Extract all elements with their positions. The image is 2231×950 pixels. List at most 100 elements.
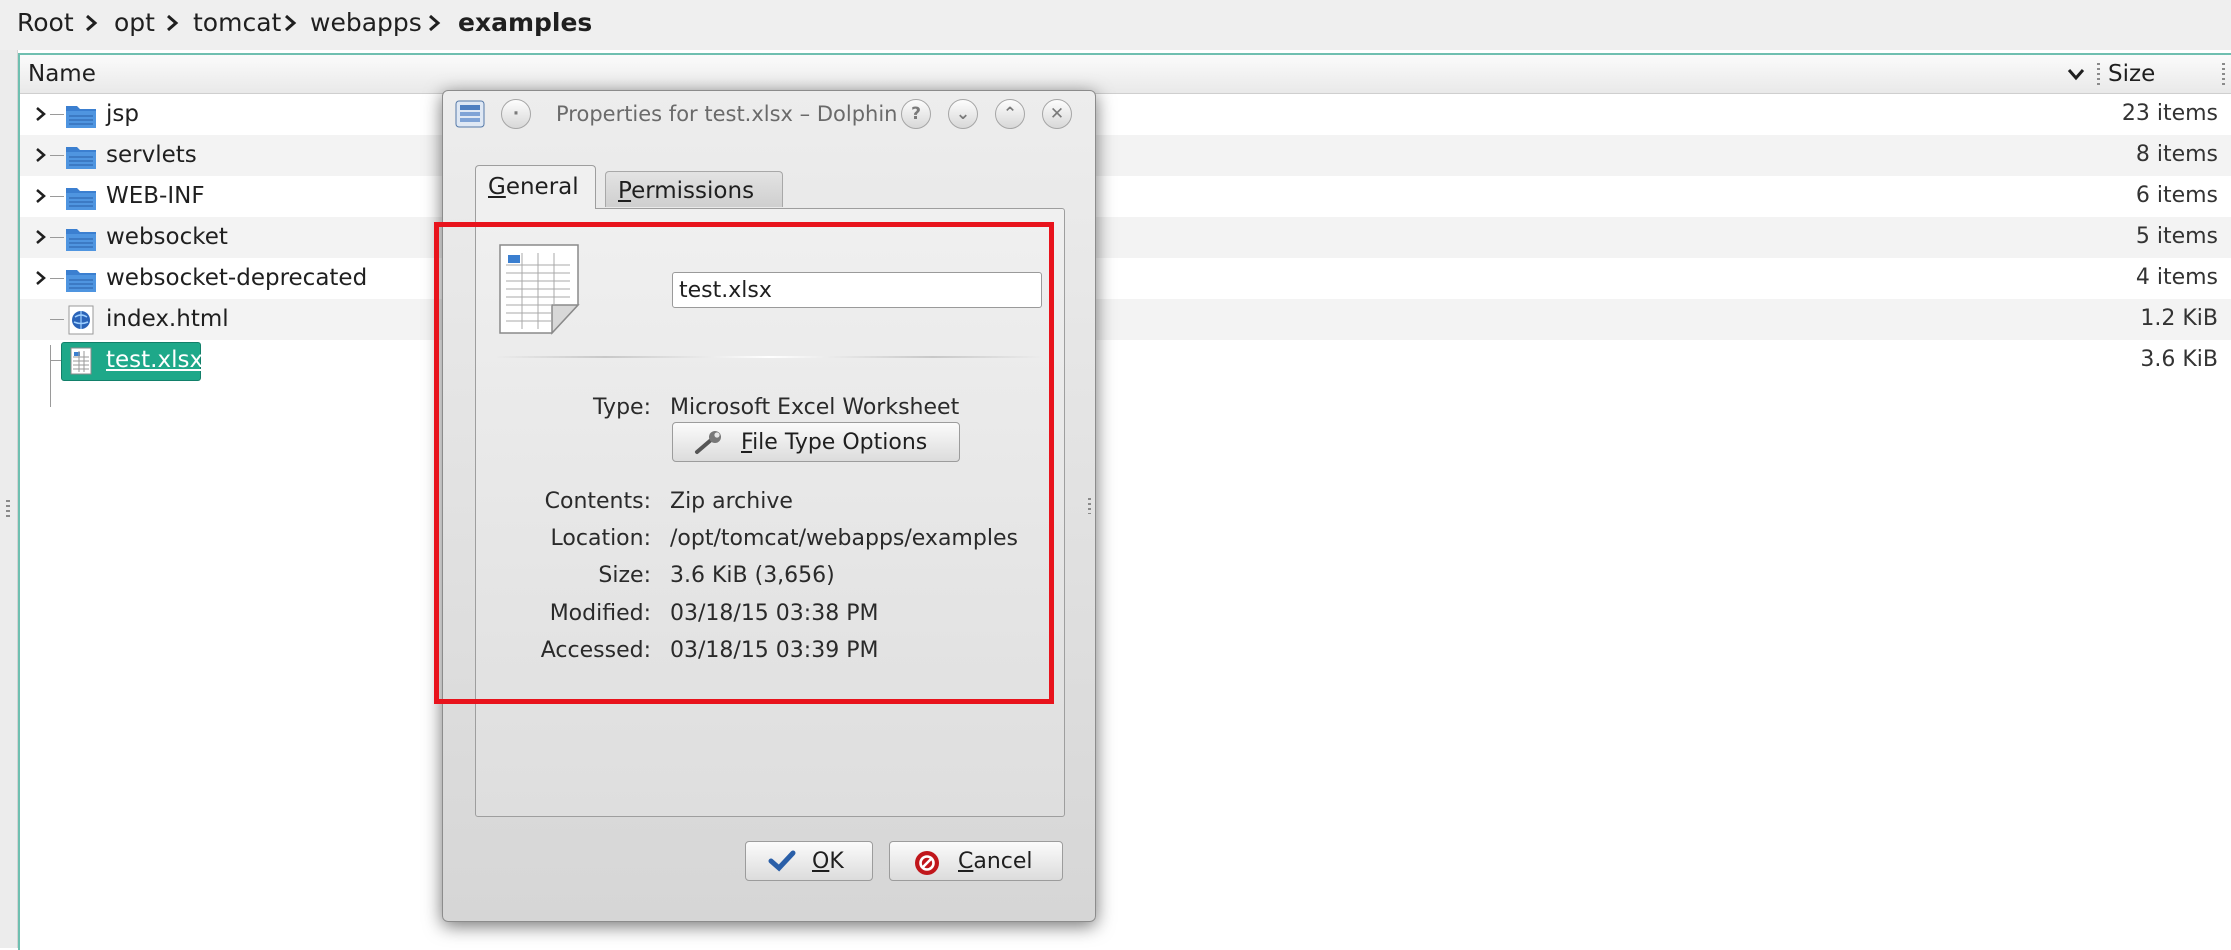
button-label: K (829, 849, 844, 874)
column-resize-handle[interactable] (2222, 63, 2225, 85)
ok-button[interactable]: OK (745, 841, 873, 881)
tab-permissions[interactable]: Permissions (605, 171, 783, 207)
chevron-right-icon[interactable] (34, 186, 48, 210)
column-header-size[interactable]: Size (2108, 61, 2155, 87)
folder-icon (65, 182, 97, 212)
file-name: websocket (106, 224, 228, 250)
checkmark-icon (768, 850, 796, 878)
list-item[interactable]: websocket 5 items (20, 217, 2231, 258)
button-mnemonic: C (958, 849, 974, 874)
spreadsheet-icon (65, 346, 97, 376)
list-item[interactable]: WEB-INF 6 items (20, 176, 2231, 217)
file-name: test.xlsx (106, 347, 204, 373)
dialog-title: Properties for test.xlsx – Dolphin (556, 102, 898, 126)
dialog-titlebar[interactable]: · Properties for test.xlsx – Dolphin ? ⌄… (443, 91, 1095, 139)
chevron-right-icon[interactable] (34, 268, 48, 292)
location-value: /opt/tomcat/webapps/examples (670, 526, 1018, 551)
file-size: 8 items (2135, 142, 2218, 167)
modified-value: 03/18/15 03:38 PM (670, 601, 879, 626)
folder-icon (65, 141, 97, 171)
tree-line (50, 196, 64, 197)
tab-mnemonic: P (618, 178, 632, 204)
minimize-button[interactable]: ⌄ (948, 99, 978, 129)
accessed-label: Accessed: (540, 638, 651, 663)
tree-line (50, 155, 64, 156)
folder-icon (65, 264, 97, 294)
tree-line (50, 114, 64, 115)
file-size: 23 items (2121, 101, 2218, 126)
tree-line (50, 237, 64, 238)
size-label: Size: (598, 563, 651, 588)
folder-icon (65, 223, 97, 253)
tree-line (50, 278, 64, 279)
location-label: Location: (550, 526, 651, 551)
dolphin-app-icon[interactable] (455, 99, 485, 129)
contents-label: Contents: (544, 489, 651, 514)
tab-label: ermissions (631, 178, 755, 204)
breadcrumb-separator-icon (281, 10, 301, 36)
sort-chevron-down-icon[interactable] (2065, 63, 2087, 89)
type-value: Microsoft Excel Worksheet (670, 395, 960, 420)
places-panel-edge (0, 50, 18, 948)
breadcrumb-tomcat[interactable]: tomcat (193, 8, 281, 37)
splitter-handle[interactable] (1088, 498, 1091, 514)
file-list-view[interactable]: Name Size jsp 23 items servlets 8 items … (18, 53, 2231, 950)
type-label: Type: (593, 395, 651, 420)
chevron-right-icon[interactable] (34, 227, 48, 251)
button-label: ile Type Options (752, 430, 928, 455)
filename-field[interactable] (672, 272, 1042, 308)
breadcrumb-separator-icon (163, 10, 183, 36)
file-name: websocket-deprecated (106, 265, 368, 291)
file-name: index.html (106, 306, 229, 332)
html-file-icon (65, 305, 97, 335)
list-item[interactable]: test.xlsx 3.6 KiB (20, 340, 2231, 381)
size-value: 3.6 KiB (3,656) (670, 563, 835, 588)
tab-label: eneral (505, 174, 579, 200)
chevron-right-icon[interactable] (34, 145, 48, 169)
tab-general[interactable]: General (475, 165, 596, 209)
close-button[interactable]: ✕ (1042, 99, 1072, 129)
list-item[interactable]: websocket-deprecated 4 items (20, 258, 2231, 299)
tree-line (50, 345, 51, 407)
chevron-right-icon[interactable] (34, 104, 48, 128)
file-size: 6 items (2135, 183, 2218, 208)
button-mnemonic: O (812, 849, 830, 874)
general-tab-panel: Type: Microsoft Excel Worksheet File Typ… (475, 208, 1065, 817)
breadcrumb-separator-icon (82, 10, 102, 36)
file-size: 1.2 KiB (2140, 306, 2218, 331)
breadcrumb-examples[interactable]: examples (458, 8, 592, 37)
tab-mnemonic: G (488, 174, 506, 200)
file-name: servlets (106, 142, 197, 168)
list-item[interactable]: index.html 1.2 KiB (20, 299, 2231, 340)
separator (496, 356, 1042, 358)
breadcrumb-root[interactable]: Root (17, 8, 74, 37)
cancel-button[interactable]: Cancel (889, 841, 1063, 881)
maximize-button[interactable]: ⌃ (995, 99, 1025, 129)
column-header-name[interactable]: Name (28, 61, 96, 87)
list-item[interactable]: servlets 8 items (20, 135, 2231, 176)
contents-value: Zip archive (670, 489, 793, 514)
spreadsheet-icon[interactable] (496, 241, 582, 337)
file-name: jsp (106, 101, 139, 127)
list-item[interactable]: jsp 23 items (20, 94, 2231, 135)
properties-dialog: · Properties for test.xlsx – Dolphin ? ⌄… (442, 90, 1096, 922)
file-size: 3.6 KiB (2140, 347, 2218, 372)
modified-label: Modified: (549, 601, 651, 626)
breadcrumb-opt[interactable]: opt (114, 8, 155, 37)
button-label: ancel (973, 849, 1033, 874)
column-resize-handle[interactable] (2097, 63, 2100, 85)
breadcrumb-webapps[interactable]: webapps (310, 8, 422, 37)
folder-icon (65, 100, 97, 130)
breadcrumb-separator-icon (425, 10, 445, 36)
help-button[interactable]: ? (901, 99, 931, 129)
cancel-icon (914, 850, 940, 882)
breadcrumb: Root opt tomcat webapps examples (0, 0, 2231, 50)
splitter-handle[interactable] (6, 500, 10, 518)
column-header: Name Size (20, 55, 2231, 94)
file-type-options-button[interactable]: File Type Options (672, 422, 960, 462)
tree-line (50, 319, 64, 320)
pin-icon[interactable]: · (501, 99, 531, 129)
button-mnemonic: F (741, 430, 753, 455)
wrench-icon (693, 430, 727, 462)
file-size: 5 items (2135, 224, 2218, 249)
